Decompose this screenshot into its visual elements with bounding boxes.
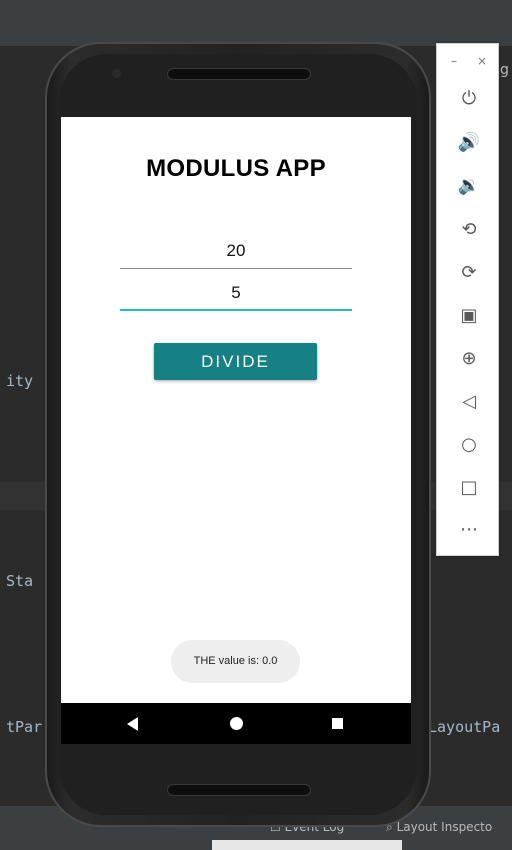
code-fragment: tPar (6, 718, 43, 736)
volume-down-icon[interactable]: 🔉 (449, 171, 489, 201)
back-icon[interactable]: ◁ (449, 387, 489, 417)
result-toast: THE value is: 0.0 (171, 640, 300, 683)
phone-screen: MODULUS APP 20 5 DIVIDE THE value is: 0.… (61, 117, 411, 744)
minimize-icon[interactable]: – (451, 54, 457, 68)
second-number-input[interactable]: 5 (120, 277, 352, 311)
second-number-value: 5 (231, 283, 241, 302)
code-fragment: LayoutPa (428, 718, 501, 736)
ide-top-bar (0, 0, 512, 46)
layout-inspector-tab[interactable]: ⌕ Layout Inspecto (386, 820, 492, 835)
taskbar-strip (212, 840, 402, 850)
divide-button[interactable]: DIVIDE (154, 343, 317, 380)
layout-inspector-label: Layout Inspecto (396, 820, 493, 834)
rotate-left-icon[interactable]: ⟲ (449, 215, 489, 245)
rotate-right-icon[interactable]: ⟳ (449, 258, 489, 288)
first-number-input[interactable]: 20 (120, 235, 352, 269)
top-speaker (167, 68, 311, 80)
app-title: MODULUS APP (146, 155, 326, 182)
power-icon[interactable]: ⏻ (449, 84, 489, 114)
bottom-speaker (167, 784, 311, 796)
volume-up-icon[interactable]: 🔊 (449, 128, 489, 158)
camera-icon (112, 69, 121, 78)
screenshot-icon[interactable]: ▣ (449, 301, 489, 331)
zoom-icon[interactable]: ⊕ (449, 344, 489, 374)
android-nav-bar (61, 703, 411, 744)
emulator-toolbar: – × ⏻ 🔊 🔉 ⟲ ⟳ ▣ ⊕ ◁ ○ □ ⋯ (436, 43, 499, 556)
first-number-value: 20 (226, 241, 246, 260)
code-fragment: Sta (6, 572, 34, 590)
code-fragment-top: g (500, 62, 509, 78)
nav-back-icon[interactable] (127, 717, 138, 731)
overview-icon[interactable]: □ (449, 473, 489, 503)
nav-recents-icon[interactable] (332, 718, 343, 729)
code-fragment: ity (6, 372, 34, 390)
close-icon[interactable]: × (477, 54, 487, 68)
more-icon[interactable]: ⋯ (449, 515, 489, 545)
nav-home-icon[interactable] (230, 717, 243, 730)
home-icon[interactable]: ○ (449, 430, 489, 460)
